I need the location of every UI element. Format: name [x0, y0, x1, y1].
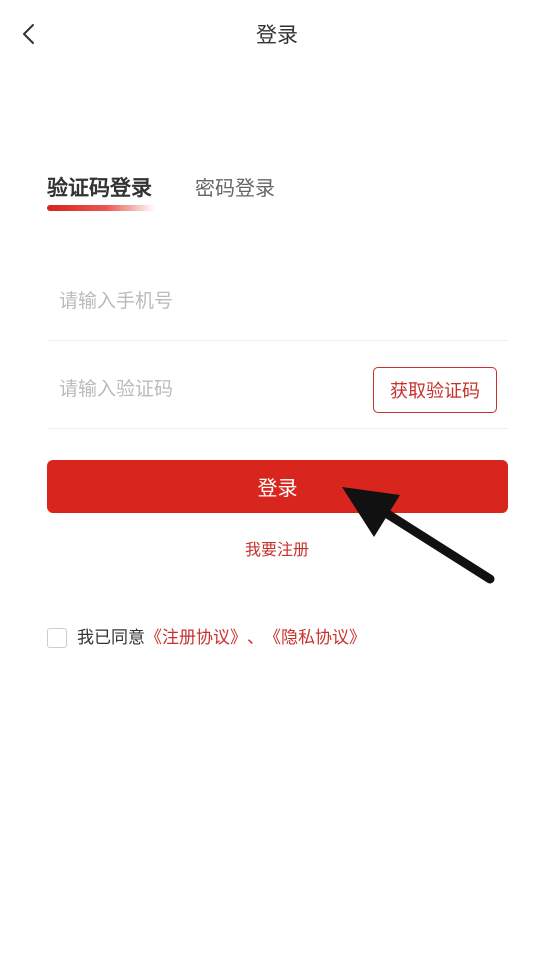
- login-page: 登录 验证码登录 密码登录 获取验证码 登录 我要注册 我已同意 《注册协议》 …: [0, 0, 554, 961]
- login-button[interactable]: 登录: [47, 460, 508, 513]
- tab-password-login[interactable]: 密码登录: [195, 173, 275, 203]
- active-tab-indicator: [47, 205, 155, 211]
- registration-agreement-link[interactable]: 《注册协议》: [145, 626, 247, 650]
- agreement-separator: 、: [247, 628, 264, 648]
- agreement-checkbox[interactable]: [47, 628, 67, 648]
- register-link[interactable]: 我要注册: [0, 538, 554, 562]
- phone-input[interactable]: [59, 286, 359, 316]
- phone-field-row: [47, 264, 508, 341]
- verification-code-input[interactable]: [59, 374, 359, 404]
- code-field-row: 获取验证码: [47, 352, 508, 429]
- agreement-prefix: 我已同意: [77, 628, 145, 648]
- tab-sms-login[interactable]: 验证码登录: [47, 173, 152, 203]
- page-title: 登录: [256, 23, 298, 47]
- agreement-row: 我已同意 《注册协议》 、 《隐私协议》: [47, 626, 366, 650]
- privacy-agreement-link[interactable]: 《隐私协议》: [264, 626, 366, 650]
- get-code-button[interactable]: 获取验证码: [373, 367, 497, 413]
